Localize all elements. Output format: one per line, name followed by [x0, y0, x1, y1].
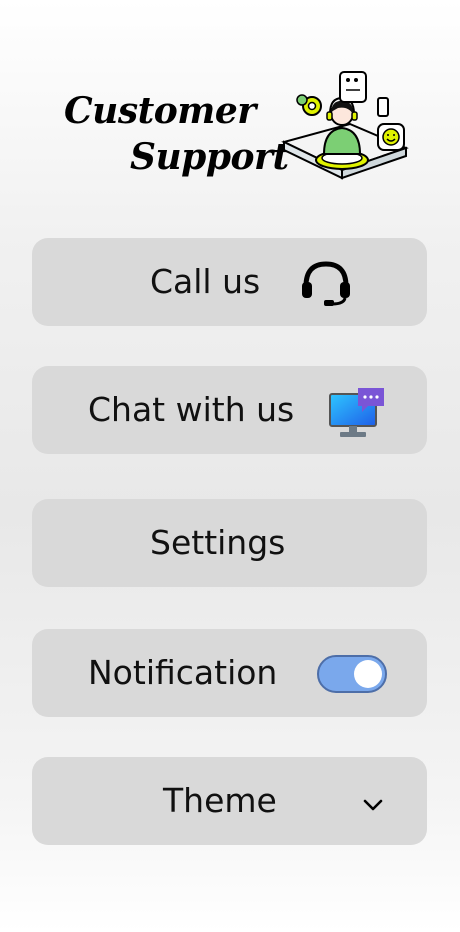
chat-with-us-label: Chat with us: [88, 390, 295, 429]
computer-chat-icon: [329, 388, 384, 437]
notification-label: Notification: [88, 653, 278, 692]
theme-label: Theme: [163, 781, 277, 820]
theme-dropdown[interactable]: Theme: [32, 757, 427, 845]
chat-with-us-button[interactable]: Chat with us: [32, 366, 427, 454]
title-line-2: Support: [130, 136, 289, 178]
support-agent-illustration: [281, 71, 409, 180]
call-us-label: Call us: [150, 262, 261, 301]
toggle-knob: [354, 660, 382, 688]
settings-label: Settings: [150, 523, 286, 562]
notification-row: Notification: [32, 629, 427, 717]
page-title: Customer Support: [64, 88, 289, 180]
call-us-button[interactable]: Call us: [32, 238, 427, 326]
header: Customer Support: [0, 60, 460, 200]
headset-icon: [302, 261, 350, 306]
title-line-1: Customer: [64, 90, 256, 132]
notification-toggle[interactable]: [317, 655, 387, 693]
chevron-down-icon: [363, 799, 383, 811]
settings-button[interactable]: Settings: [32, 499, 427, 587]
